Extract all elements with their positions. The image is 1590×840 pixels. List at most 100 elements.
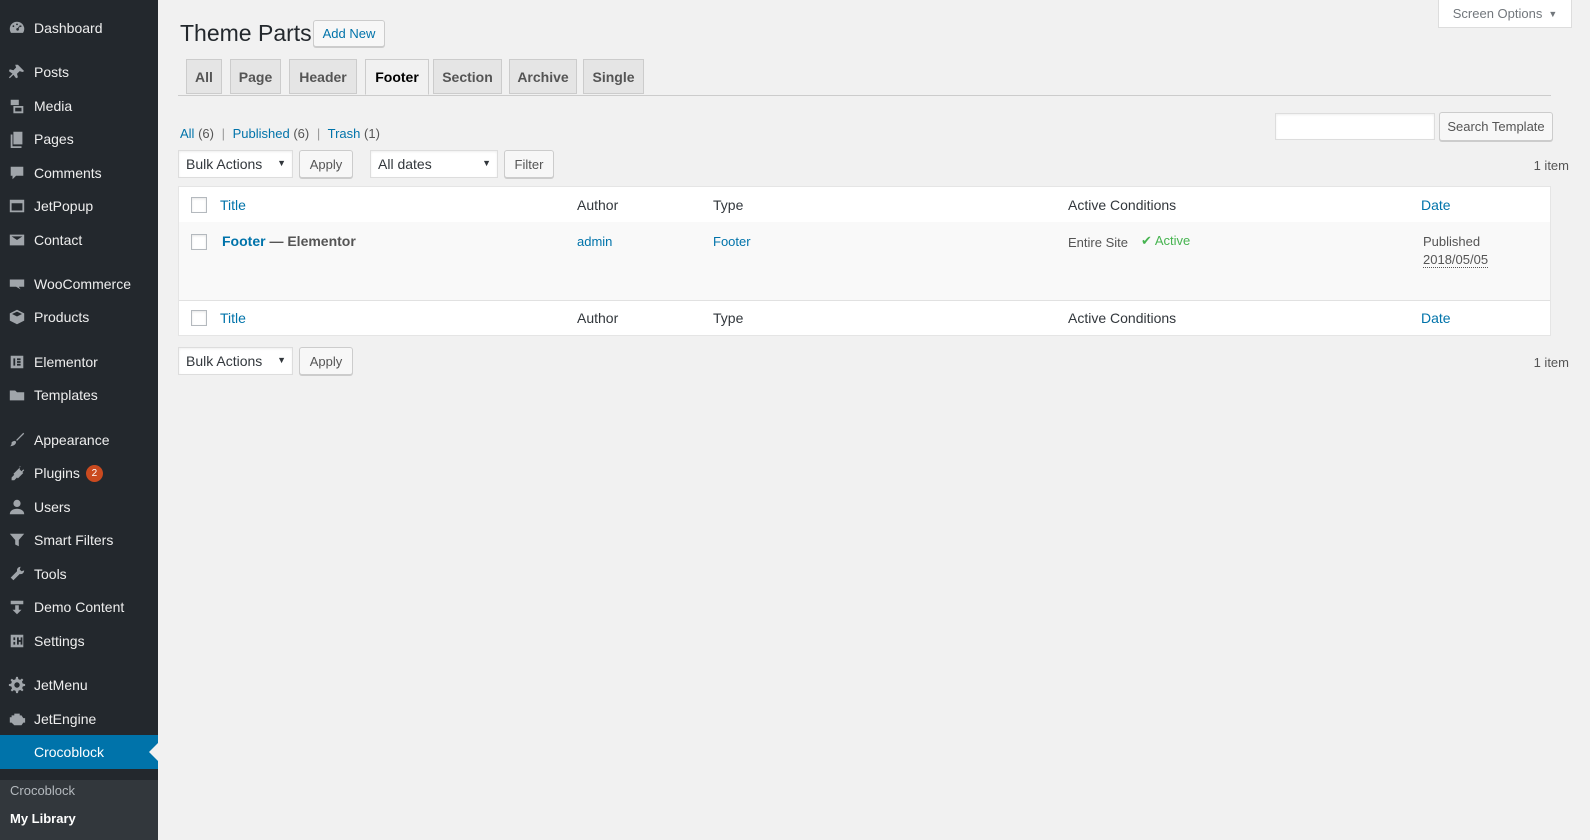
sidebar-item-tools[interactable]: Tools [0, 557, 158, 591]
screen-options-label: Screen Options [1452, 6, 1543, 21]
row-checkbox[interactable] [191, 234, 207, 250]
view-published-link[interactable]: Published [233, 126, 290, 141]
sidebar-item-products[interactable]: Products [0, 300, 158, 334]
column-active-conditions-footer: Active Conditions [1068, 310, 1177, 326]
row-title: Footer — Elementor [222, 233, 356, 249]
filter-button[interactable]: Filter [504, 150, 554, 178]
column-title-footer[interactable]: Title [220, 310, 246, 326]
bulk-actions-select-bottom[interactable]: Bulk Actions ▼ [178, 347, 293, 375]
sidebar-item-label: Templates [34, 387, 98, 403]
sidebar-item-pages[interactable]: Pages [0, 122, 158, 156]
sidebar-item-jetengine[interactable]: JetEngine [0, 702, 158, 736]
gear-icon [7, 675, 27, 695]
templates-table: Title Author Type Active Conditions Date… [178, 186, 1551, 336]
sidebar-item-label: Settings [34, 633, 85, 649]
column-author-footer: Author [577, 310, 619, 326]
active-status: ✔ Active [1141, 233, 1190, 249]
tab-section[interactable]: Section [433, 59, 502, 94]
tab-single[interactable]: Single [583, 59, 644, 94]
add-new-button[interactable]: Add New [313, 20, 385, 47]
row-type-link[interactable]: Footer [713, 234, 751, 249]
settings-icon [7, 631, 27, 651]
main-content: Screen Options ▼ Theme Parts Add New All… [158, 0, 1590, 840]
sidebar-item-label: Media [34, 98, 73, 114]
sidebar-item-plugins[interactable]: Plugins 2 [0, 456, 158, 490]
sidebar-item-label: Appearance [34, 432, 110, 448]
row-author-link[interactable]: admin [577, 234, 612, 249]
bulk-actions-value: Bulk Actions [186, 156, 263, 172]
page-title: Theme Parts [180, 20, 312, 46]
column-date[interactable]: Date [1421, 197, 1451, 213]
popup-icon [7, 196, 27, 216]
view-trash-link[interactable]: Trash [328, 126, 361, 141]
sidebar-item-woocommerce[interactable]: WooCommerce [0, 267, 158, 301]
sidebar-item-crocoblock[interactable]: Crocoblock [0, 735, 158, 769]
screen-options-button[interactable]: Screen Options ▼ [1438, 0, 1572, 28]
template-type-tabs: All Page Header Footer Section Archive S… [178, 59, 1551, 96]
date-filter-select[interactable]: All dates ▼ [370, 150, 498, 178]
plugins-update-badge: 2 [85, 464, 103, 482]
table-row [179, 222, 1550, 300]
bulk-actions-value: Bulk Actions [186, 353, 263, 369]
media-icon [7, 96, 27, 116]
box-icon [7, 307, 27, 327]
sidebar-item-jetmenu[interactable]: JetMenu [0, 668, 158, 702]
date-filter-value: All dates [378, 156, 432, 172]
pages-icon [7, 129, 27, 149]
search-input[interactable] [1275, 113, 1435, 140]
sidebar-item-label: Contact [34, 232, 83, 248]
tab-header[interactable]: Header [289, 59, 357, 94]
caret-down-icon: ▼ [1548, 8, 1558, 19]
comment-icon [7, 163, 27, 183]
select-all-checkbox[interactable] [191, 197, 207, 213]
sidebar-item-settings[interactable]: Settings [0, 624, 158, 658]
sidebar-item-contact[interactable]: Contact [0, 223, 158, 257]
sidebar-item-label: JetPopup [34, 198, 94, 214]
sidebar-item-label: Plugins [34, 465, 80, 481]
submenu-item-crocoblock[interactable]: Crocoblock [10, 783, 75, 798]
sidebar-item-templates[interactable]: Templates [0, 378, 158, 412]
column-date-footer[interactable]: Date [1421, 310, 1451, 326]
tab-all[interactable]: All [186, 59, 222, 94]
sidebar-item-comments[interactable]: Comments [0, 156, 158, 190]
sidebar-item-label: Dashboard [34, 20, 103, 36]
crocoblock-submenu: Crocoblock My Library [0, 780, 158, 840]
select-all-checkbox-footer[interactable] [191, 310, 207, 326]
tab-footer[interactable]: Footer [365, 59, 429, 95]
sidebar-item-media[interactable]: Media [0, 89, 158, 123]
view-all-link[interactable]: All [180, 126, 194, 141]
sidebar-item-posts[interactable]: Posts [0, 55, 158, 89]
apply-button-bottom[interactable]: Apply [299, 347, 353, 375]
brush-icon [7, 430, 27, 450]
row-title-link[interactable]: Footer [222, 233, 266, 249]
view-published-count: (6) [293, 126, 310, 141]
dropdown-arrow-icon: ▼ [277, 355, 286, 365]
bulk-actions-select[interactable]: Bulk Actions ▼ [178, 150, 293, 178]
sidebar-item-dashboard[interactable]: Dashboard [0, 11, 158, 45]
download-icon [7, 597, 27, 617]
divider [179, 300, 1550, 301]
column-title[interactable]: Title [220, 197, 246, 213]
apply-button[interactable]: Apply [299, 150, 353, 178]
elementor-icon [7, 352, 27, 372]
tab-page[interactable]: Page [230, 59, 281, 94]
status-views: All (6) | Published (6) | Trash (1) [180, 126, 380, 141]
view-all-count: (6) [198, 126, 214, 141]
view-separator: | [316, 126, 321, 141]
sidebar-item-elementor[interactable]: Elementor [0, 345, 158, 379]
sidebar-item-smart-filters[interactable]: Smart Filters [0, 523, 158, 557]
dropdown-arrow-icon: ▼ [482, 158, 491, 168]
row-condition: Entire Site [1068, 235, 1128, 250]
sidebar-item-appearance[interactable]: Appearance [0, 423, 158, 457]
active-status-label: Active [1154, 233, 1191, 248]
sidebar-item-demo-content[interactable]: Demo Content [0, 590, 158, 624]
sidebar-item-label: Tools [34, 566, 67, 582]
items-count: 1 item [1533, 158, 1569, 173]
engine-icon [7, 709, 27, 729]
tab-archive[interactable]: Archive [509, 59, 577, 94]
sidebar-item-users[interactable]: Users [0, 490, 158, 524]
sidebar-item-label: Users [34, 499, 71, 515]
search-template-button[interactable]: Search Template [1439, 112, 1553, 141]
sidebar-item-jetpopup[interactable]: JetPopup [0, 189, 158, 223]
submenu-item-my-library[interactable]: My Library [10, 811, 76, 826]
